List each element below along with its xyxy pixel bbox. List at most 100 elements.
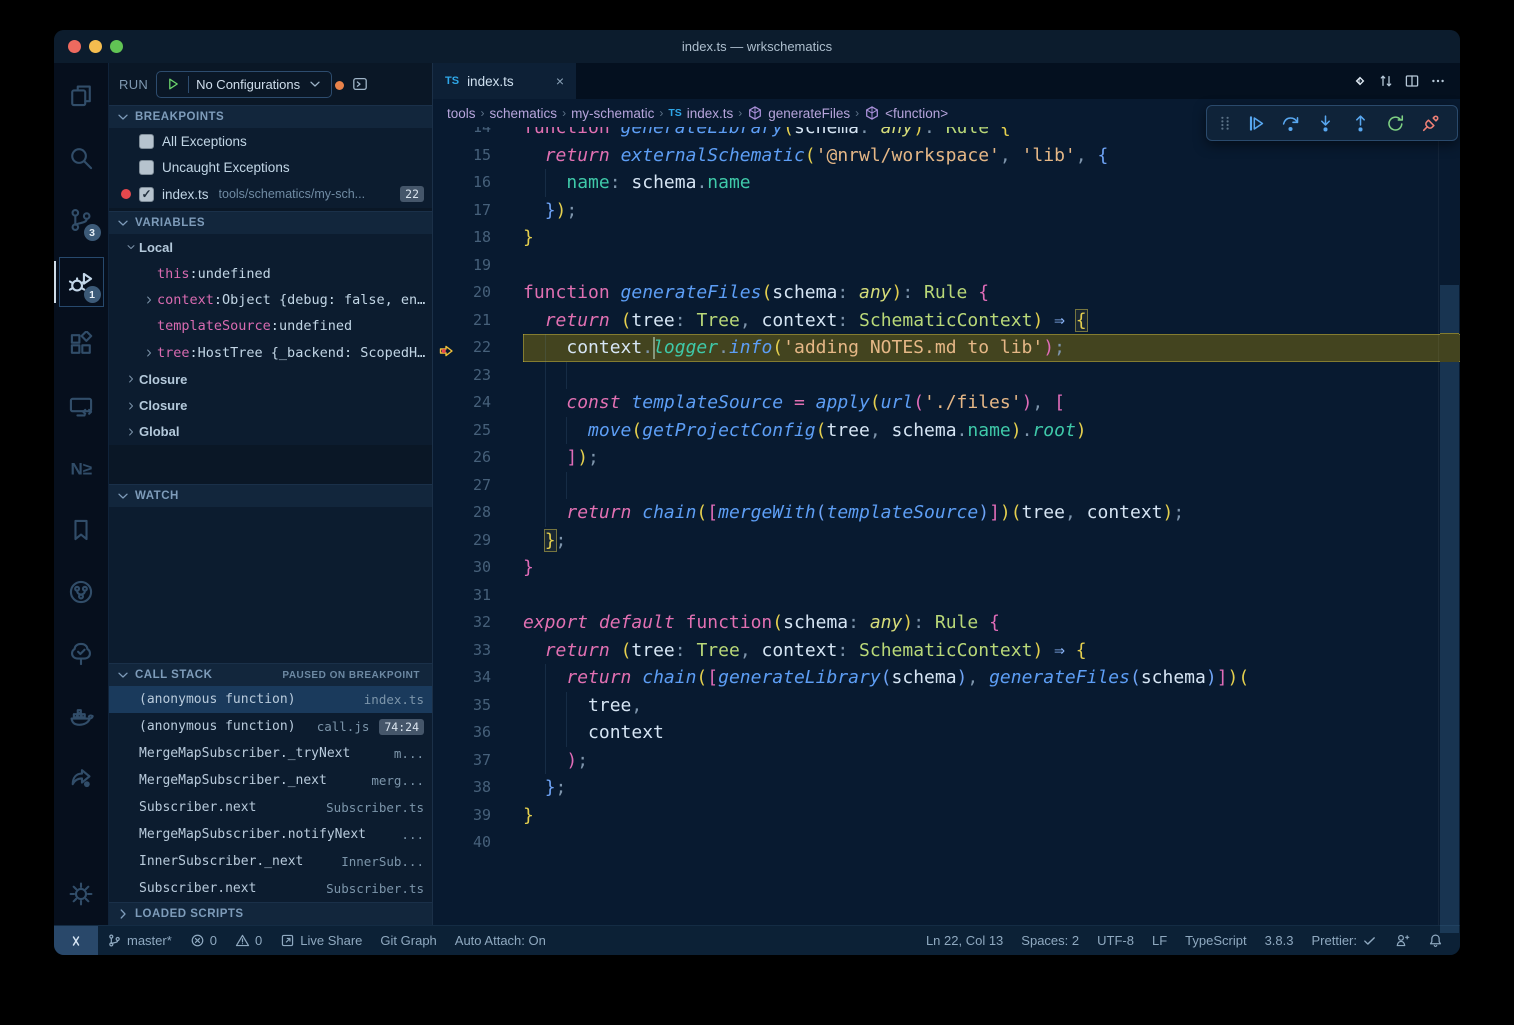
- call-stack-section-header[interactable]: CALL STACK PAUSED ON BREAKPOINT: [109, 663, 432, 686]
- code-line[interactable]: 24 const templateSource = apply(url('./f…: [433, 389, 1460, 417]
- variable-row[interactable]: tree: HostTree {_backend: ScopedH…: [109, 340, 432, 366]
- code-line[interactable]: 17 });: [433, 197, 1460, 225]
- close-window-button[interactable]: [68, 40, 81, 53]
- activity-extensions[interactable]: [54, 313, 109, 375]
- editor-scrollbar[interactable]: [1438, 127, 1460, 925]
- breadcrumb-item[interactable]: schematics: [490, 106, 558, 121]
- code-line[interactable]: 32export default function(schema: any): …: [433, 609, 1460, 637]
- code-line[interactable]: 22 context.logger.info('adding NOTES.md …: [433, 334, 1460, 362]
- gutter[interactable]: 32: [433, 609, 523, 637]
- more-actions-icon[interactable]: [1430, 73, 1446, 89]
- title-bar[interactable]: index.ts — wrkschematics: [54, 30, 1460, 63]
- tab-index-ts[interactable]: TS index.ts ×: [433, 63, 576, 99]
- gutter[interactable]: 39: [433, 802, 523, 830]
- close-tab-icon[interactable]: ×: [556, 73, 564, 89]
- loaded-scripts-section-header[interactable]: LOADED SCRIPTS: [109, 902, 432, 925]
- gutter[interactable]: 28: [433, 499, 523, 527]
- breakpoint-row[interactable]: Uncaught Exceptions: [109, 155, 432, 182]
- code-line[interactable]: 23: [433, 362, 1460, 390]
- gutter[interactable]: 34: [433, 664, 523, 692]
- status-cursor-position[interactable]: Ln 22, Col 13: [917, 933, 1012, 948]
- remote-indicator[interactable]: [54, 926, 98, 955]
- debug-console-button[interactable]: [352, 76, 368, 92]
- gutter[interactable]: 22: [433, 334, 523, 362]
- status-indentation[interactable]: Spaces: 2: [1012, 933, 1088, 948]
- code-line[interactable]: 18}: [433, 224, 1460, 252]
- open-changes-icon[interactable]: [1352, 73, 1368, 89]
- gutter[interactable]: 37: [433, 747, 523, 775]
- disconnect-button[interactable]: [1414, 108, 1447, 138]
- gutter[interactable]: 19: [433, 252, 523, 280]
- gutter[interactable]: 14: [433, 127, 523, 142]
- variable-row[interactable]: context: Object {debug: false, en…: [109, 287, 432, 313]
- call-stack-frame[interactable]: InnerSubscriber._nextInnerSub...: [109, 848, 432, 875]
- variable-row[interactable]: Local: [109, 234, 432, 260]
- drag-handle-icon[interactable]: [1213, 115, 1237, 131]
- status-notifications[interactable]: [1419, 933, 1452, 948]
- code-line[interactable]: 34 return chain([generateLibrary(schema)…: [433, 664, 1460, 692]
- gutter[interactable]: 20: [433, 279, 523, 307]
- gutter[interactable]: 30: [433, 554, 523, 582]
- gutter[interactable]: 26: [433, 444, 523, 472]
- gutter[interactable]: 15: [433, 142, 523, 170]
- variable-row[interactable]: Closure: [109, 392, 432, 418]
- call-stack-frame[interactable]: (anonymous function)index.ts: [109, 686, 432, 713]
- step-over-button[interactable]: [1274, 108, 1307, 138]
- call-stack-frame[interactable]: MergeMapSubscriber._nextmerg...: [109, 767, 432, 794]
- status-auto-attach[interactable]: Auto Attach: On: [446, 926, 555, 955]
- activity-manage[interactable]: [54, 863, 109, 925]
- status-ts-version[interactable]: 3.8.3: [1256, 933, 1303, 948]
- code-line[interactable]: 39}: [433, 802, 1460, 830]
- variable-row[interactable]: this: undefined: [109, 260, 432, 286]
- step-out-button[interactable]: [1344, 108, 1377, 138]
- status-prettier[interactable]: Prettier:: [1302, 933, 1386, 948]
- status-encoding[interactable]: UTF-8: [1088, 933, 1143, 948]
- code-line[interactable]: 26 ]);: [433, 444, 1460, 472]
- breadcrumb-item[interactable]: generateFiles: [747, 105, 850, 121]
- checkbox[interactable]: ✓: [139, 187, 154, 202]
- start-debug-icon[interactable]: [165, 76, 181, 92]
- breakpoints-section-header[interactable]: BREAKPOINTS: [109, 105, 432, 128]
- split-editor-icon[interactable]: [1404, 73, 1420, 89]
- launch-configuration-dropdown[interactable]: No Configurations: [156, 71, 332, 98]
- scrollbar-slider[interactable]: [1440, 285, 1459, 933]
- code-line[interactable]: 31: [433, 582, 1460, 610]
- call-stack-frame[interactable]: MergeMapSubscriber._tryNextm...: [109, 740, 432, 767]
- code-line[interactable]: 33 return (tree: Tree, context: Schemati…: [433, 637, 1460, 665]
- call-stack-frame[interactable]: Subscriber.nextSubscriber.ts: [109, 794, 432, 821]
- code-editor[interactable]: 14function generateLibrary(schema: any):…: [433, 127, 1460, 925]
- variable-row[interactable]: templateSource: undefined: [109, 313, 432, 339]
- gutter[interactable]: 27: [433, 472, 523, 500]
- status-feedback[interactable]: [1386, 933, 1419, 948]
- code-line[interactable]: 25 move(getProjectConfig(tree, schema.na…: [433, 417, 1460, 445]
- gutter[interactable]: 16: [433, 169, 523, 197]
- activity-git-graph-view[interactable]: [54, 561, 109, 623]
- code-line[interactable]: 37 );: [433, 747, 1460, 775]
- gutter[interactable]: 31: [433, 582, 523, 610]
- gutter[interactable]: 18: [433, 224, 523, 252]
- breadcrumb-item[interactable]: my-schematic: [571, 106, 654, 121]
- activity-explorer[interactable]: [54, 65, 109, 127]
- step-into-button[interactable]: [1309, 108, 1342, 138]
- activity-bookmarks[interactable]: [54, 499, 109, 561]
- activity-search[interactable]: [54, 127, 109, 189]
- variables-section-header[interactable]: VARIABLES: [109, 211, 432, 234]
- status-language[interactable]: TypeScript: [1176, 933, 1255, 948]
- breakpoint-row[interactable]: All Exceptions: [109, 128, 432, 155]
- breakpoint-row[interactable]: ✓index.tstools/schematics/my-sch...22: [109, 181, 432, 208]
- status-git-graph[interactable]: Git Graph: [371, 926, 445, 955]
- code-line[interactable]: 20function generateFiles(schema: any): R…: [433, 279, 1460, 307]
- call-stack-frame[interactable]: (anonymous function)call.js74:24: [109, 713, 432, 740]
- activity-docker[interactable]: [54, 685, 109, 747]
- gutter[interactable]: 36: [433, 719, 523, 747]
- maximize-window-button[interactable]: [110, 40, 123, 53]
- code-line[interactable]: 16 name: schema.name: [433, 169, 1460, 197]
- compare-changes-icon[interactable]: [1378, 73, 1394, 89]
- gutter[interactable]: 21: [433, 307, 523, 335]
- restart-button[interactable]: [1379, 108, 1412, 138]
- gutter[interactable]: 33: [433, 637, 523, 665]
- code-line[interactable]: 30}: [433, 554, 1460, 582]
- variable-row[interactable]: Closure: [109, 366, 432, 392]
- call-stack-frame[interactable]: Subscriber.nextSubscriber.ts: [109, 875, 432, 902]
- activity-source-control[interactable]: 3: [54, 189, 109, 251]
